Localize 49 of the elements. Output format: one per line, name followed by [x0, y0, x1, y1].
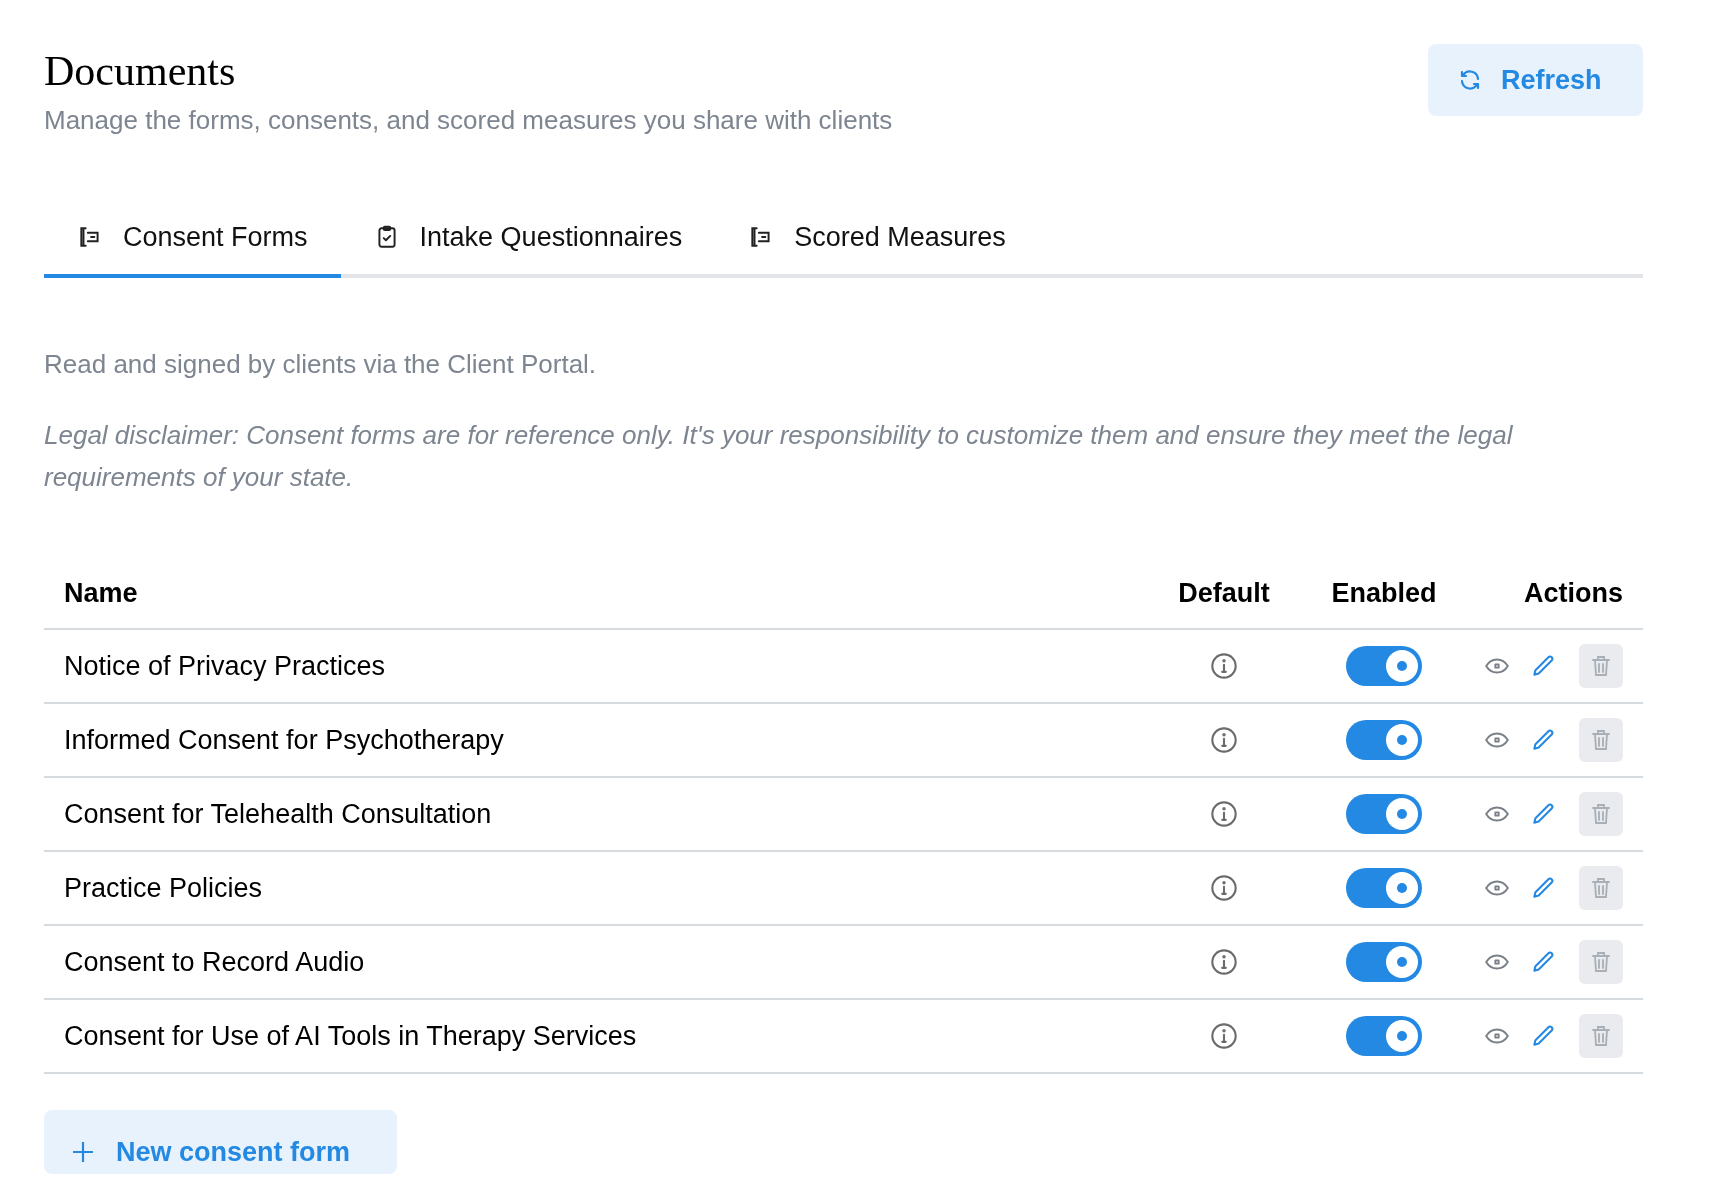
trash-icon	[1589, 802, 1613, 826]
form-name: Notice of Privacy Practices	[64, 649, 387, 683]
trash-icon	[1589, 950, 1613, 974]
tab[interactable]: Consent Forms	[44, 200, 341, 278]
info-icon[interactable]	[1210, 726, 1238, 754]
delete-button[interactable]	[1579, 940, 1623, 984]
delete-button[interactable]	[1579, 1014, 1623, 1058]
trash-icon	[1589, 1024, 1613, 1048]
form-name: Consent for Telehealth Consultation	[64, 797, 493, 831]
delete-button[interactable]	[1579, 866, 1623, 910]
form-name: Consent for Use of AI Tools in Therapy Services	[64, 1019, 638, 1053]
plus-icon	[72, 1141, 94, 1163]
toggle-switch[interactable]	[1346, 1016, 1422, 1056]
column-header: Actions	[1523, 576, 1623, 610]
column-header: Name	[64, 576, 139, 610]
delete-button[interactable]	[1579, 718, 1623, 762]
pencil-icon[interactable]	[1530, 875, 1556, 901]
pencil-icon[interactable]	[1530, 949, 1556, 975]
column-header: Enabled	[1330, 576, 1438, 610]
delete-button[interactable]	[1579, 792, 1623, 836]
trash-icon	[1589, 654, 1613, 678]
pencil-icon[interactable]	[1530, 653, 1556, 679]
pencil-icon[interactable]	[1530, 727, 1556, 753]
form-name: Consent to Record Audio	[64, 945, 366, 979]
toggle-switch[interactable]	[1346, 942, 1422, 982]
form-name: Practice Policies	[64, 871, 264, 905]
info-icon[interactable]	[1210, 800, 1238, 828]
form-name: Informed Consent for Psychotherapy	[64, 723, 505, 757]
page-subtitle: Manage the forms, consents, and scored measures you share with clients	[44, 104, 893, 137]
refresh-icon	[1458, 68, 1482, 92]
info-icon[interactable]	[1210, 1022, 1238, 1050]
trash-icon	[1589, 876, 1613, 900]
info-icon[interactable]	[1210, 874, 1238, 902]
tab[interactable]: Intake Questionnaires	[340, 200, 716, 278]
delete-button[interactable]	[1579, 644, 1623, 688]
trash-icon	[1589, 728, 1613, 752]
info-icon[interactable]	[1210, 652, 1238, 680]
description-text: Read and signed by clients via the Client Portal.	[44, 348, 598, 381]
page-title: Documents	[44, 47, 237, 96]
pencil-icon[interactable]	[1530, 1023, 1556, 1049]
tab[interactable]: Scored Measures	[715, 200, 1039, 278]
toggle-switch[interactable]	[1346, 868, 1422, 908]
toggle-switch[interactable]	[1346, 646, 1422, 686]
toggle-switch[interactable]	[1346, 720, 1422, 760]
pencil-icon[interactable]	[1530, 801, 1556, 827]
info-icon[interactable]	[1210, 948, 1238, 976]
toggle-switch[interactable]	[1346, 794, 1422, 834]
column-header: Default	[1177, 576, 1271, 610]
legal-disclaimer: Legal disclaimer: Consent forms are for reference only. It's your responsibility to customize them and ensure they meet the legal requirements of your state.	[44, 419, 1514, 494]
